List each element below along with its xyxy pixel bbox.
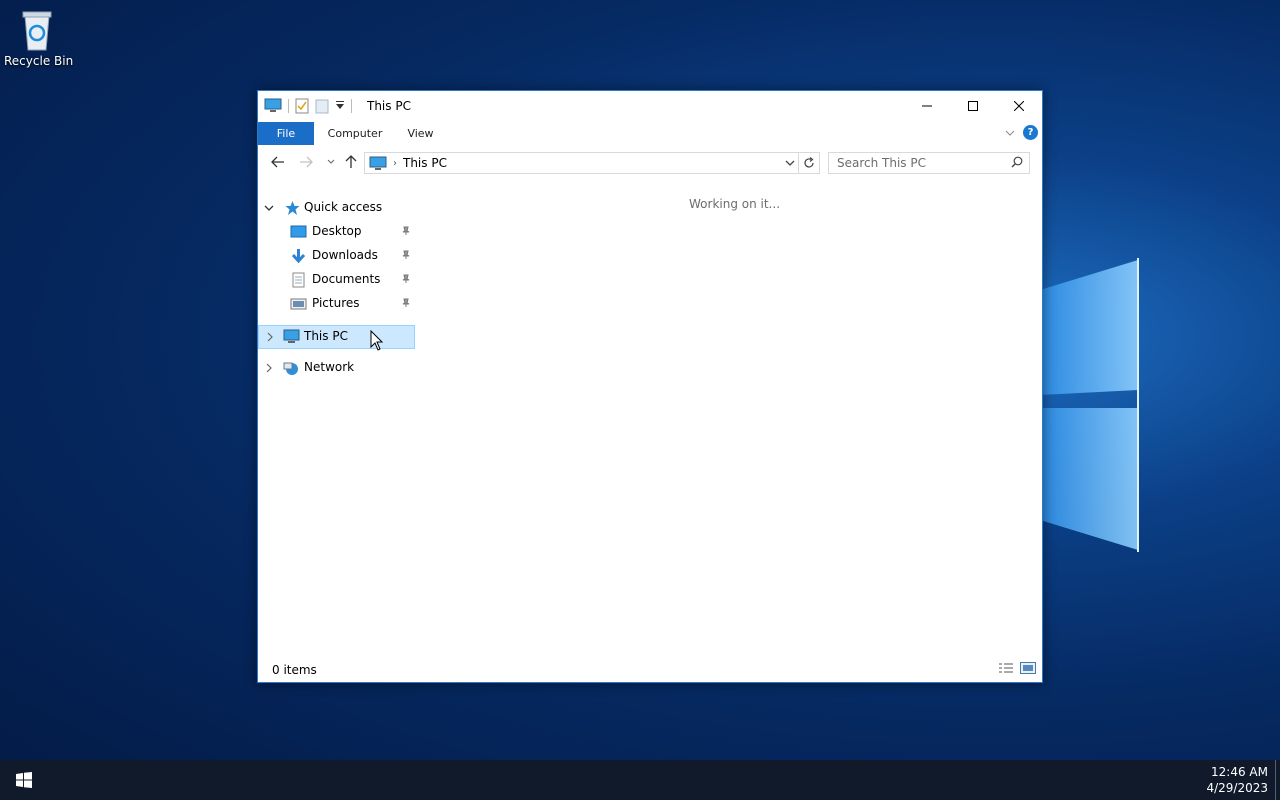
clock-time: 12:46 AM: [1211, 765, 1268, 779]
show-desktop-button[interactable]: [1275, 760, 1280, 800]
content-status-text: Working on it...: [689, 197, 781, 211]
refresh-button[interactable]: [799, 152, 820, 174]
pin-icon[interactable]: [401, 274, 411, 284]
title-bar[interactable]: This PC: [258, 91, 1042, 121]
expand-ribbon-icon[interactable]: [1005, 129, 1015, 137]
view-toggle: [998, 662, 1036, 674]
tab-computer[interactable]: Computer: [320, 122, 390, 145]
address-bar[interactable]: › This PC: [364, 152, 799, 174]
start-button[interactable]: [0, 760, 48, 800]
status-bar: 0 items: [258, 658, 1042, 682]
pin-icon[interactable]: [401, 250, 411, 260]
this-pc-icon: [283, 329, 300, 343]
item-count: 0 items: [272, 663, 317, 677]
system-clock[interactable]: 12:46 AM 4/29/2023: [1206, 764, 1268, 796]
pictures-icon: [290, 298, 307, 310]
navigation-pane: Quick access Desktop Downloads Documents…: [258, 195, 418, 655]
help-button[interactable]: ?: [1023, 125, 1038, 140]
customize-toolbar-icon[interactable]: [335, 101, 345, 111]
pin-icon[interactable]: [401, 226, 411, 236]
tab-view[interactable]: View: [398, 122, 443, 145]
breadcrumb-chevron-icon[interactable]: ›: [393, 158, 397, 169]
refresh-icon: [804, 157, 814, 168]
search-icon: [1011, 156, 1023, 168]
nav-item-desktop[interactable]: Desktop: [258, 221, 418, 243]
search-placeholder: Search This PC: [837, 156, 926, 170]
chevron-down-icon: [327, 159, 335, 164]
window-title: This PC: [367, 99, 411, 113]
close-button[interactable]: [996, 91, 1042, 121]
properties-icon[interactable]: [295, 98, 309, 114]
quick-access-label: Quick access: [304, 200, 383, 214]
mouse-cursor-icon: [370, 330, 384, 351]
collapse-chevron-icon[interactable]: [264, 203, 274, 213]
minimize-icon: [922, 105, 932, 107]
this-pc-label: This PC: [304, 329, 348, 343]
navigation-bar: › This PC Search This PC: [258, 147, 1042, 177]
nav-item-quick-access[interactable]: Quick access: [258, 197, 418, 219]
breadcrumb-this-pc[interactable]: This PC: [403, 156, 447, 170]
nav-item-pictures[interactable]: Pictures: [258, 293, 418, 315]
network-label: Network: [304, 360, 355, 374]
up-button[interactable]: [341, 153, 361, 171]
quick-access-toolbar: [264, 97, 352, 115]
downloads-label: Downloads: [312, 248, 378, 262]
nav-item-network[interactable]: Network: [258, 357, 418, 379]
forward-button[interactable]: [296, 153, 316, 171]
back-arrow-icon: [271, 156, 284, 168]
this-pc-icon: [369, 156, 387, 170]
windows-logo-wallpaper: [1040, 258, 1139, 552]
pictures-label: Pictures: [312, 296, 360, 310]
nav-item-documents[interactable]: Documents: [258, 269, 418, 291]
details-view-icon[interactable]: [998, 662, 1014, 674]
star-icon: [285, 201, 300, 215]
caption-buttons: [904, 91, 1042, 121]
recycle-bin[interactable]: Recycle Bin: [4, 6, 74, 68]
toolbar-separator: [288, 99, 289, 113]
file-explorer-window: This PC File Computer View ? › This PC S…: [257, 90, 1043, 683]
network-icon: [283, 362, 298, 375]
recycle-bin-icon: [22, 11, 52, 51]
downloads-icon: [291, 249, 306, 264]
clock-date: 4/29/2023: [1206, 781, 1268, 795]
close-icon: [1014, 101, 1024, 111]
search-input[interactable]: Search This PC: [828, 152, 1030, 174]
pin-icon[interactable]: [401, 298, 411, 308]
recent-locations-button[interactable]: [321, 153, 341, 171]
toolbar-separator: [351, 99, 352, 113]
new-folder-icon[interactable]: [315, 98, 329, 114]
maximize-button[interactable]: [950, 91, 996, 121]
address-dropdown-icon[interactable]: [785, 157, 795, 169]
ribbon-right-controls: ?: [1005, 125, 1038, 140]
expand-chevron-icon[interactable]: [264, 363, 274, 373]
documents-icon: [292, 272, 305, 288]
expand-chevron-icon[interactable]: [265, 332, 275, 342]
desktop-folder-icon: [290, 225, 307, 238]
ribbon-tabs: File Computer View ?: [258, 121, 1042, 145]
up-arrow-icon: [345, 155, 357, 168]
tab-file[interactable]: File: [258, 122, 314, 145]
windows-start-icon: [16, 772, 32, 788]
recycle-bin-label: Recycle Bin: [4, 54, 74, 68]
nav-item-downloads[interactable]: Downloads: [258, 245, 418, 267]
desktop-label: Desktop: [312, 224, 362, 238]
maximize-icon: [968, 101, 978, 111]
documents-label: Documents: [312, 272, 381, 286]
this-pc-icon: [264, 98, 282, 112]
minimize-button[interactable]: [904, 91, 950, 121]
nav-item-this-pc[interactable]: This PC: [258, 325, 415, 349]
back-button[interactable]: [268, 153, 288, 171]
taskbar: 12:46 AM 4/29/2023: [0, 760, 1280, 800]
forward-arrow-icon: [300, 156, 313, 168]
large-icons-view-icon[interactable]: [1020, 662, 1036, 674]
